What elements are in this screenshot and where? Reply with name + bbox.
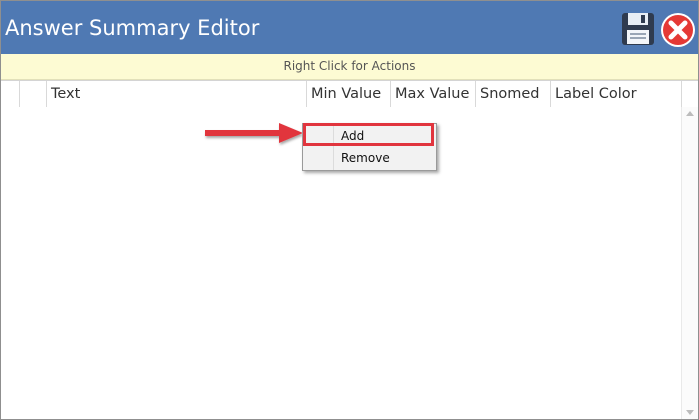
column-header-text[interactable]: Text (47, 81, 307, 107)
grid-column-header: Text Min Value Max Value Snomed Label Co… (1, 80, 698, 108)
column-header-min-value[interactable]: Min Value (307, 81, 391, 107)
floppy-disk-save-icon[interactable] (621, 12, 655, 46)
scroll-up-arrow-icon[interactable] (686, 111, 694, 116)
scroll-down-arrow-icon[interactable] (686, 410, 694, 415)
right-click-hint-bar: Right Click for Actions (1, 54, 698, 80)
annotation-highlight-box (303, 123, 434, 146)
window-title: Answer Summary Editor (5, 16, 260, 40)
column-header-label-color[interactable]: Label Color (551, 81, 682, 107)
annotation-arrow-icon (205, 123, 303, 143)
column-header-max-value[interactable]: Max Value (391, 81, 476, 107)
column-header-snomed[interactable]: Snomed (476, 81, 551, 107)
close-icon[interactable] (660, 12, 696, 48)
vertical-scrollbar[interactable] (681, 107, 698, 419)
menu-item-remove[interactable]: Remove (303, 147, 436, 169)
header-cell-select[interactable] (20, 81, 47, 107)
header-cell-indicator[interactable] (1, 81, 20, 107)
title-bar: Answer Summary Editor (1, 1, 698, 54)
answer-summary-editor-window: Answer Summary Editor Right Click for Ac… (0, 0, 699, 420)
